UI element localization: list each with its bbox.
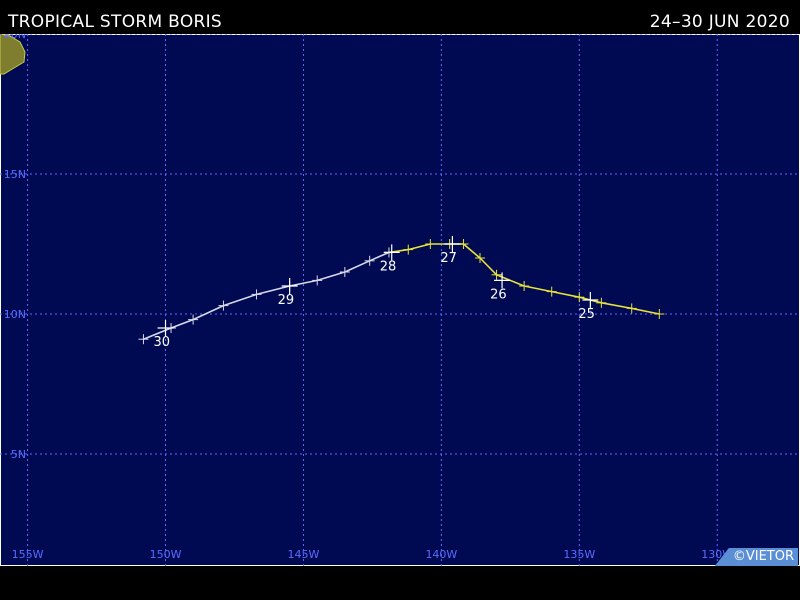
- latitude-label: 20N: [4, 34, 26, 41]
- day-label: 30: [154, 335, 171, 350]
- latitude-label: 15N: [4, 168, 26, 181]
- day-label: 27: [440, 251, 457, 266]
- track-map: 155W 150W 145W 140W 135W 130W20N15N10N5N 2526…: [0, 34, 800, 566]
- storm-title: TROPICAL STORM BORIS: [8, 12, 223, 32]
- day-label: 28: [380, 259, 397, 274]
- day-label: 29: [278, 293, 295, 308]
- longitude-label: 135W: [563, 548, 595, 561]
- longitude-label: 145W: [288, 548, 320, 561]
- day-label: 26: [490, 287, 507, 302]
- latitude-label: 5N: [11, 448, 26, 461]
- longitude-label: 155W: [12, 548, 44, 561]
- ocean-background: [0, 34, 800, 566]
- latitude-label: 10N: [4, 308, 26, 321]
- longitude-label: 140W: [425, 548, 457, 561]
- date-range: 24–30 JUN 2020: [649, 12, 790, 32]
- copyright-badge: ©VIETOR: [714, 548, 798, 566]
- day-label: 25: [578, 307, 595, 322]
- longitude-label: 150W: [150, 548, 182, 561]
